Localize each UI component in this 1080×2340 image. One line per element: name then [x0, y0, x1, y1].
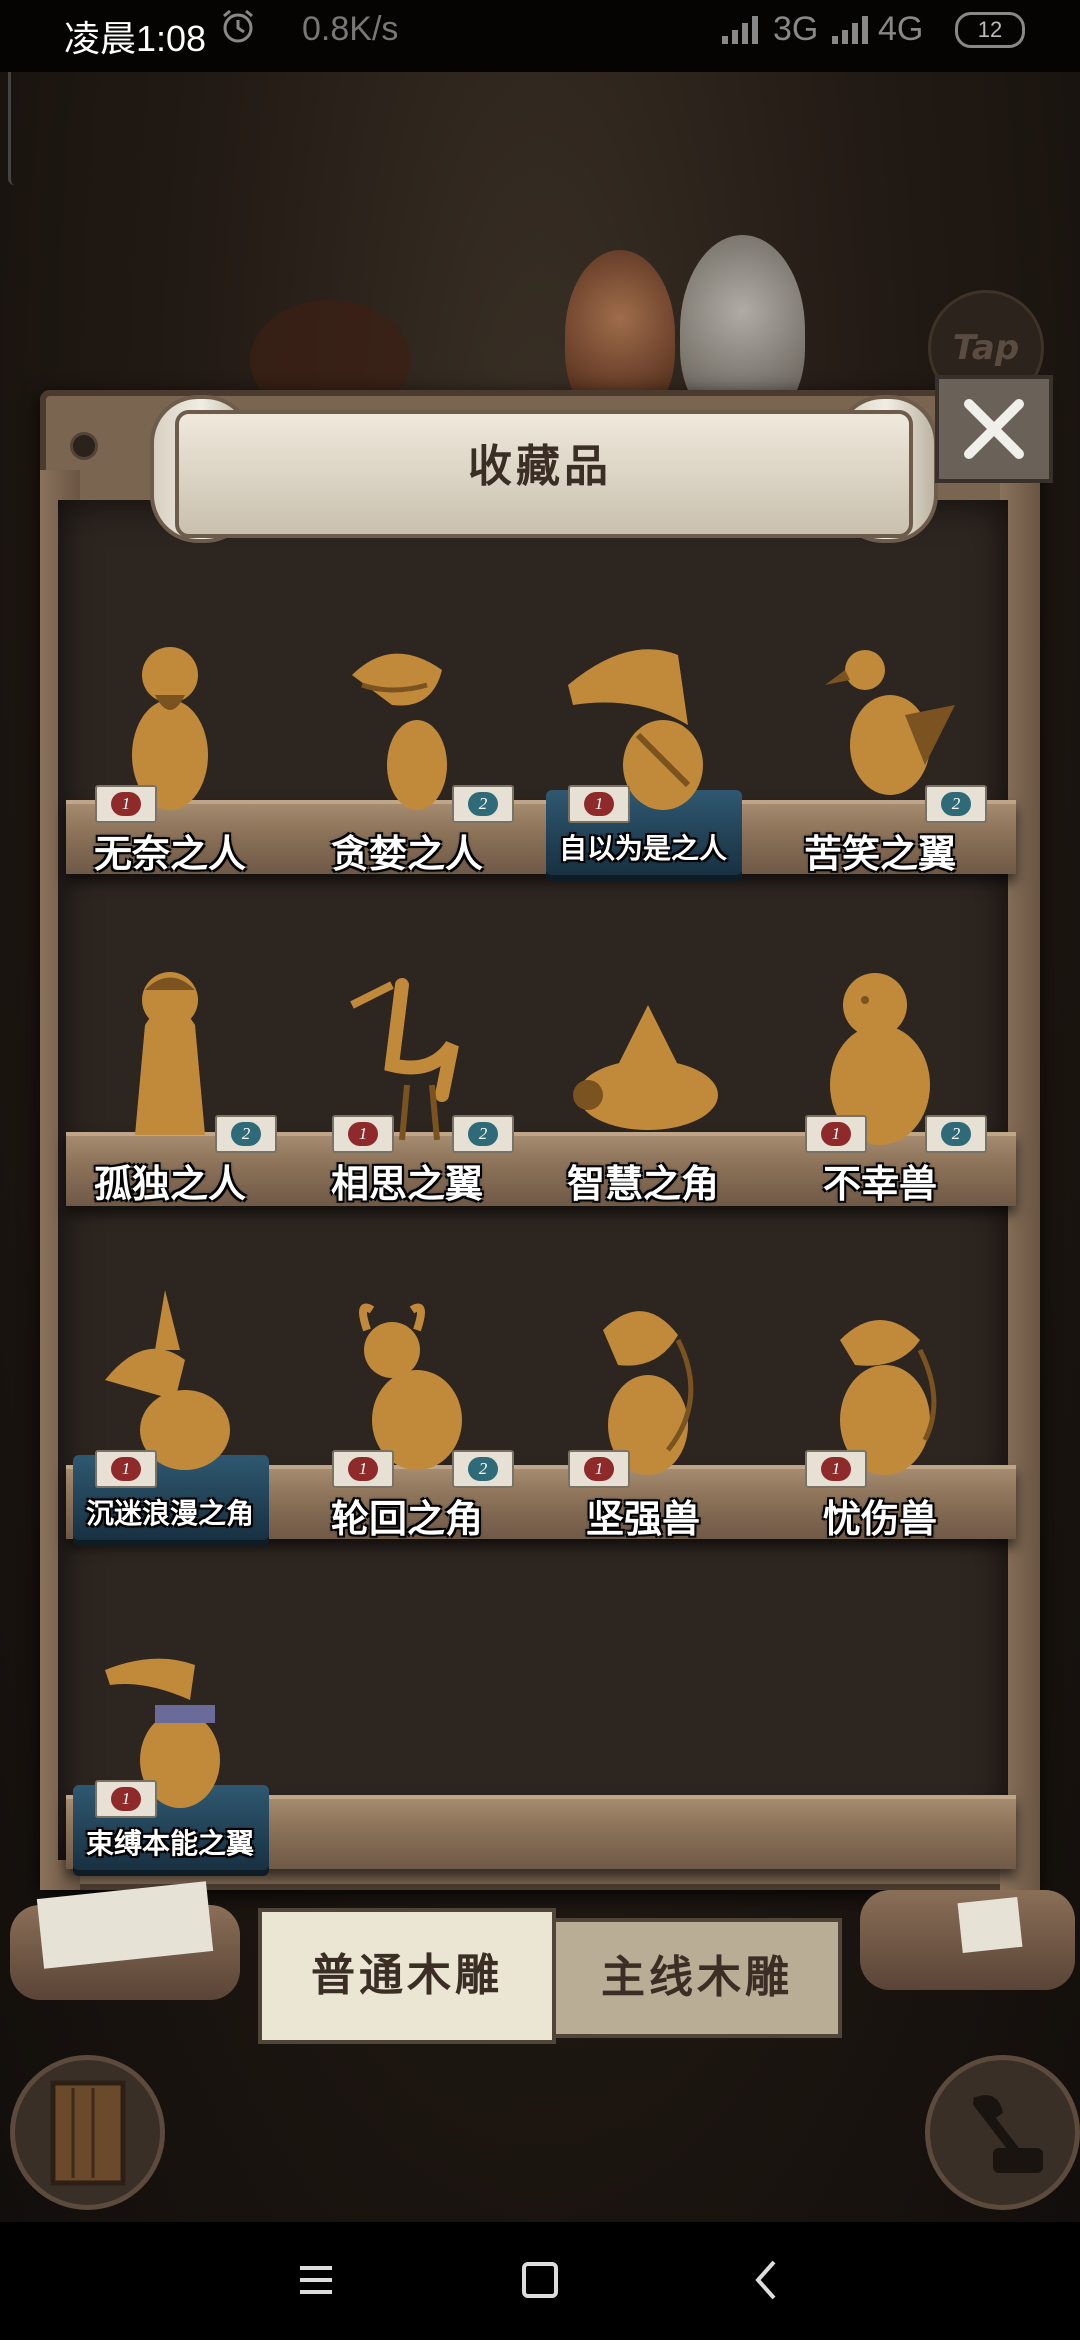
collectible-item[interactable]: 智慧之角 [528, 945, 758, 1245]
collectible-item[interactable]: 2 贪婪之人 [292, 615, 522, 915]
item-name: 轮回之角 [330, 1496, 483, 1541]
collectible-item[interactable]: 1 2 不幸兽 [765, 945, 995, 1245]
close-icon [964, 399, 1024, 459]
system-nav-bar [0, 2222, 1080, 2340]
signal-icon-2 [832, 16, 868, 44]
badge-number: 2 [231, 1122, 261, 1146]
close-button[interactable] [935, 375, 1053, 483]
item-name: 坚强兽 [585, 1496, 700, 1541]
variant-badge: 1 [95, 785, 157, 823]
alarm-icon [223, 9, 253, 43]
axe-icon [972, 2094, 1043, 2173]
variant-badge: 2 [452, 1450, 514, 1488]
badge-number: 1 [348, 1122, 378, 1146]
battery-indicator: 12 [955, 12, 1025, 48]
badge-number: 2 [941, 792, 971, 816]
item-name: 智慧之角 [566, 1161, 719, 1206]
item-name: 不幸兽 [822, 1161, 937, 1206]
signal-icon [722, 16, 758, 44]
collectible-item[interactable]: 1 束缚本能之翼 [55, 1610, 285, 1910]
collectible-item[interactable]: 2 苦笑之翼 [765, 615, 995, 915]
variant-badge: 1 [568, 785, 630, 823]
badge-number: 1 [348, 1457, 378, 1481]
back-icon[interactable] [738, 2250, 798, 2310]
badge-number: 2 [468, 1457, 498, 1481]
page-title: 收藏品 [468, 441, 612, 492]
collectible-item[interactable]: 1 2 相思之翼 [292, 945, 522, 1245]
variant-badge: 1 [332, 1115, 394, 1153]
collectible-item[interactable]: 1 2 轮回之角 [292, 1280, 522, 1580]
collectible-item[interactable]: 1 自以为是之人 [528, 615, 758, 915]
variant-badge: 2 [452, 1115, 514, 1153]
door-icon [50, 2080, 125, 2185]
door-button[interactable] [10, 2055, 165, 2210]
network-speed: 0.8K/s [302, 10, 399, 48]
variant-badge: 2 [925, 785, 987, 823]
badge-number: 1 [584, 1457, 614, 1481]
axe-button[interactable] [925, 2055, 1080, 2210]
tab-normal-carvings[interactable]: 普通木雕 [258, 1908, 556, 2044]
badge-number: 1 [821, 1122, 851, 1146]
badge-number: 1 [111, 792, 141, 816]
item-name: 贪婪之人 [330, 831, 483, 876]
item-name: 相思之翼 [330, 1161, 483, 1206]
variant-badge: 1 [95, 1450, 157, 1488]
variant-badge: 2 [452, 785, 514, 823]
edge-handle [8, 55, 21, 185]
badge-number: 1 [111, 1457, 141, 1481]
item-name: 沉迷浪漫之角 [85, 1497, 254, 1530]
network-type-2: 4G [878, 10, 924, 48]
home-icon[interactable] [510, 2250, 570, 2310]
variant-badge: 1 [332, 1450, 394, 1488]
bolt [70, 432, 98, 460]
collectible-item[interactable]: 1 忧伤兽 [765, 1280, 995, 1580]
badge-number: 2 [941, 1122, 971, 1146]
network-type-1: 3G [773, 10, 819, 48]
variant-badge: 2 [925, 1115, 987, 1153]
paper-note-right [957, 1897, 1023, 1953]
variant-badge: 1 [95, 1780, 157, 1818]
item-name: 忧伤兽 [822, 1496, 937, 1541]
variant-badge: 2 [215, 1115, 277, 1153]
badge-number: 1 [111, 1787, 141, 1811]
collectible-item[interactable]: 1 沉迷浪漫之角 [55, 1280, 285, 1580]
item-name: 苦笑之翼 [803, 831, 956, 876]
badge-number: 1 [584, 792, 614, 816]
status-time: 凌晨1:08 [64, 18, 207, 59]
wood-carving-figure [568, 945, 718, 1145]
status-bar: 凌晨1:08 0.8K/s 3G 4G 12 [0, 0, 1080, 72]
variant-badge: 1 [805, 1450, 867, 1488]
variant-badge: 1 [568, 1450, 630, 1488]
tab-main-carvings[interactable]: 主线木雕 [552, 1918, 842, 2038]
collectible-item[interactable]: 2 孤独之人 [55, 945, 285, 1245]
collectible-item[interactable]: 1 无奈之人 [55, 615, 285, 915]
item-name: 无奈之人 [93, 831, 246, 876]
item-name: 束缚本能之翼 [85, 1827, 254, 1860]
item-name: 孤独之人 [93, 1161, 246, 1206]
collectible-item[interactable]: 1 坚强兽 [528, 1280, 758, 1580]
item-name: 自以为是之人 [558, 832, 727, 865]
menu-icon[interactable] [286, 2250, 346, 2310]
badge-number: 1 [821, 1457, 851, 1481]
variant-badge: 1 [805, 1115, 867, 1153]
badge-number: 2 [468, 1122, 498, 1146]
badge-number: 2 [468, 792, 498, 816]
